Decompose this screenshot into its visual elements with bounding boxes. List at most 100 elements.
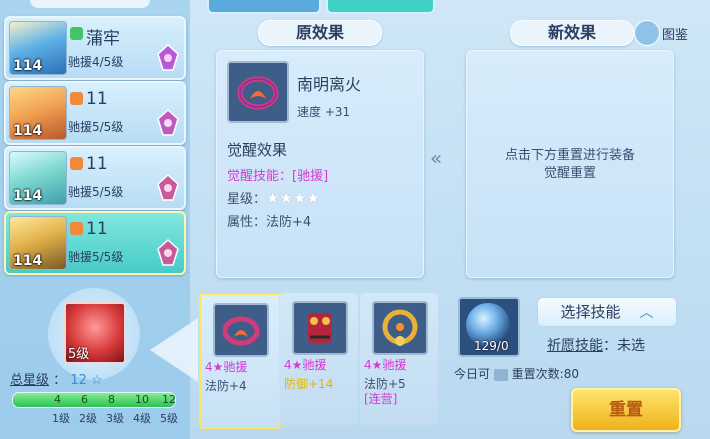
attr-value: 法防+4 [266,215,312,230]
total-star-value: 12 [70,373,87,388]
fire-bracelet-icon [237,76,279,110]
skill-level-label: 5级 [68,347,90,362]
awaken-skill-value: [驰援] [292,169,329,184]
hero-level: 114 [13,58,43,74]
hero-row[interactable]: 114 11 驰援5/5级 [4,81,186,145]
choose-skill-label: 选择技能 [560,303,621,321]
new-effect-hint: 点击下方重置进行装备 觉醒重置 [467,147,673,183]
choose-skill-button[interactable]: 选择技能 ︿ [537,297,677,327]
hero-list-header [30,0,150,8]
equipment-slot[interactable]: 4★驰援 法防+5 [连营] [360,293,438,425]
leaf-icon [493,368,508,381]
progress-tick-label: 12 [162,393,176,406]
codex-button[interactable]: 图鉴 [634,20,706,46]
star-rating: ★★★★ [266,189,320,207]
total-star-label: 总星级 [10,373,50,388]
item-stat: 速度 +31 [297,105,351,119]
level-label: 5级 [160,412,178,425]
level-label: 2级 [79,412,97,425]
codex-label: 图鉴 [662,28,689,43]
item-name: 南明离火 [297,75,362,94]
assist-skill-icon[interactable]: 5级 [64,302,126,364]
hero-portrait: 114 [9,21,67,75]
hero-assist-level: 驰援5/5级 [68,185,124,199]
new-effect-header: 新效果 [510,20,634,46]
hero-level: 114 [13,123,43,139]
new-effect-title: 新效果 [547,23,596,42]
awaken-title: 觉醒效果 [227,141,288,159]
hero-portrait: 114 [9,216,67,270]
codex-book-icon [634,20,660,46]
flow-arrow [150,318,198,382]
wish-skill-label[interactable]: 祈愿技能 [547,338,603,354]
slot-tag: 4★驰援 [284,358,327,372]
top-tab-left[interactable] [207,0,321,14]
skill-gem-icon [156,238,180,267]
progress-tick-label: 10 [135,393,149,406]
hero-name: 蒲牢 [86,29,120,49]
level-labels: 1级 2级 3级 4级 5级 [12,410,182,425]
hero-portrait: 114 [9,151,67,205]
level-label: 3级 [106,412,124,425]
today-label: 今日可 [454,367,491,381]
reset-count-label: 重置次数: [511,367,564,381]
hero-row[interactable]: 114 11 驰援5/5级 [4,146,186,210]
skill-gem-icon [156,43,180,72]
star-label: 星级： [227,192,267,207]
hero-level: 114 [13,253,43,269]
original-effect-panel: 南明离火 速度 +31 觉醒效果 觉醒技能：[驰援] 星级：★★★★ 属性：法防… [216,50,424,278]
hero-name: 11 [86,219,108,239]
shield-badge-icon [70,222,83,235]
arrow-divider-icon: « [430,146,443,170]
equipment-slot[interactable]: 4★驰援 法防+4 [199,293,281,429]
star-outline-icon: ☆ [91,373,103,388]
equipment-slot[interactable]: 4★驰援 防御+14 [280,293,358,425]
hero-assist-level: 驰援5/5级 [68,250,124,264]
top-tab-right[interactable] [326,0,435,14]
slot-tag: 4★驰援 [205,360,248,374]
hero-portrait: 114 [9,86,67,140]
hero-name: 11 [86,89,108,109]
wish-skill-value: 未选 [617,338,645,354]
awaken-skill-row: 觉醒技能：[驰援] [227,165,328,184]
colon: ： [53,373,67,388]
hero-assist-level: 驰援5/5级 [68,120,124,134]
progress-tick-label: 4 [54,393,61,406]
level-label: 1级 [52,412,70,425]
level-label: 4级 [133,412,151,425]
hint-line-1: 点击下方重置进行装备 [504,148,635,163]
wish-skill-separator: ： [603,338,617,354]
progress-ticks: 4 6 8 10 12 [12,393,176,406]
hero-row-selected[interactable]: 114 11 驰援5/5级 [4,211,186,275]
hero-row[interactable]: 114 蒲牢 驰援4/5级 [4,16,186,80]
orb-count: 129/0 [474,339,509,353]
shield-badge-icon [70,92,83,105]
equipment-icon [292,301,348,355]
skill-gem-icon [156,108,180,137]
lightning-badge-icon [70,27,83,40]
wish-skill-row: 祈愿技能：未选 [547,335,645,355]
equipment-icon [372,301,428,355]
wish-orb[interactable]: 129/0 [458,297,520,357]
slot-tag: 4★驰援 [364,358,407,372]
skill-gem-icon [156,173,180,202]
new-effect-panel: 点击下方重置进行装备 觉醒重置 [466,50,674,278]
slot-stat: 法防+4 [205,379,247,393]
original-effect-title: 原效果 [295,23,344,42]
slot-stat: 防御+14 [284,377,334,391]
chevron-up-icon: ︿ [639,305,654,321]
reset-count-value: 80 [563,367,579,381]
hero-name: 11 [86,154,108,174]
original-effect-header: 原效果 [258,20,382,46]
total-star-row: 总星级 ： 12 ☆ [10,369,103,388]
progress-tick-label: 6 [81,393,88,406]
hero-assist-level: 驰援4/5级 [68,55,124,69]
awaken-skill-label: 觉醒技能： [227,169,293,184]
progress-tick-label: 8 [108,393,115,406]
reset-button[interactable]: 重置 [571,388,681,432]
reset-count-row: 今日可 重置次数:80 [454,365,579,382]
hint-line-2: 觉醒重置 [543,166,596,181]
shield-badge-icon [70,157,83,170]
star-row: 星级：★★★★ [227,188,320,207]
equipment-icon [213,303,269,357]
